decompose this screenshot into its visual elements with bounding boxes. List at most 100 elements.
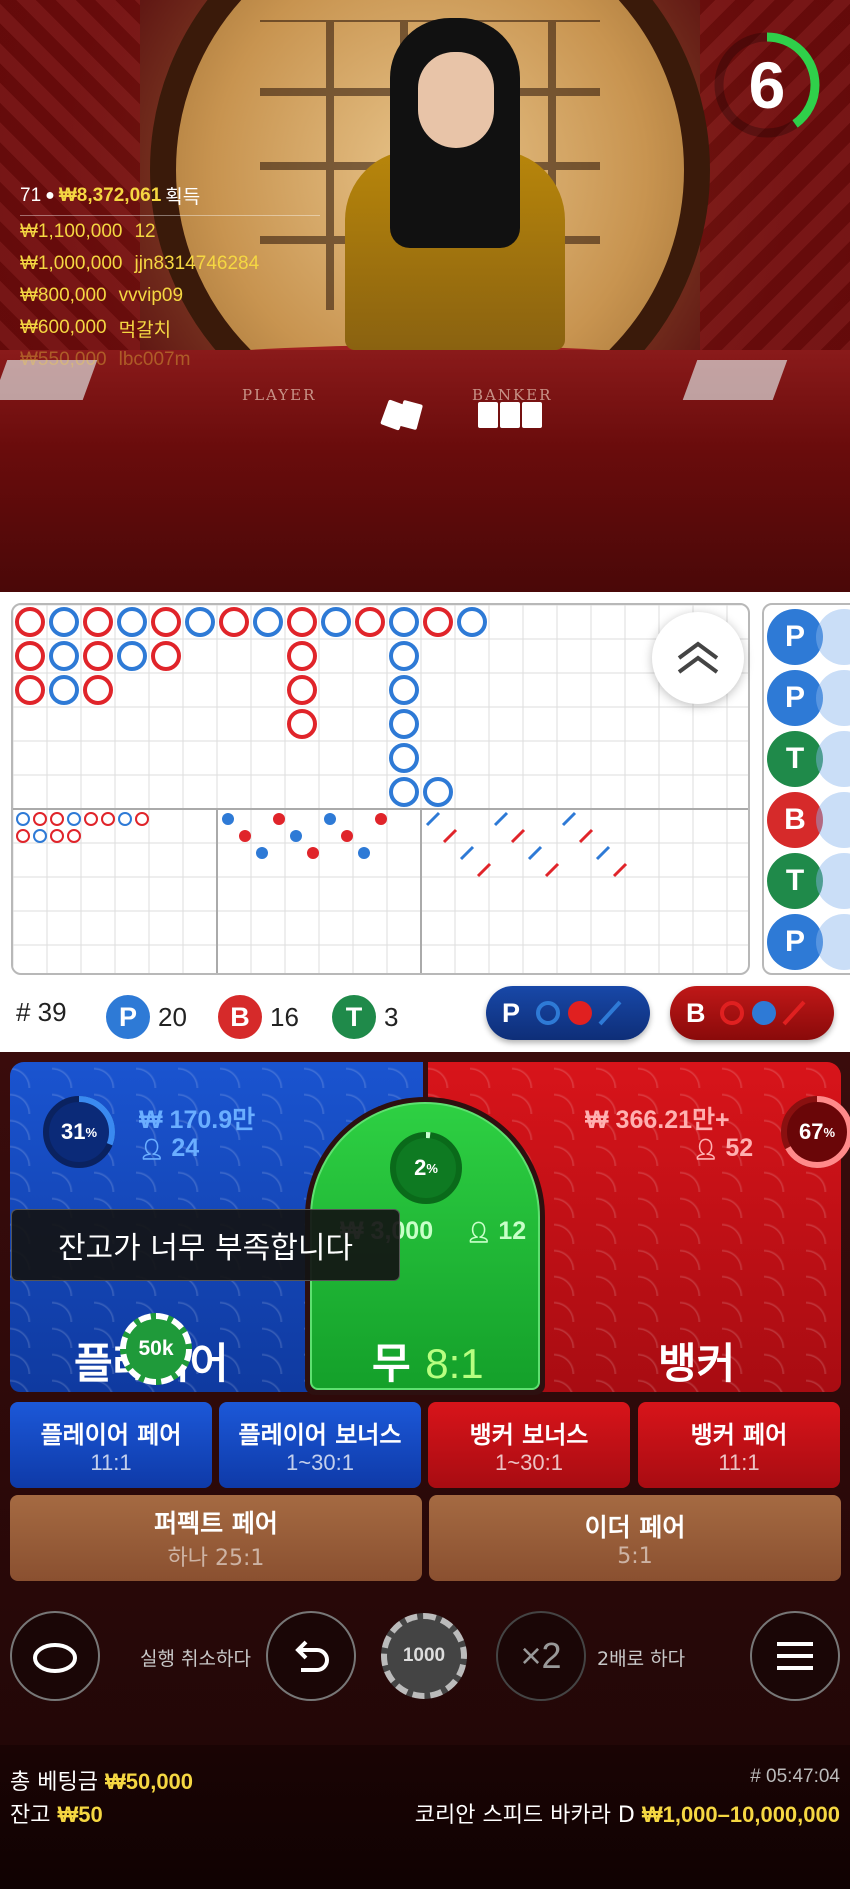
total-bet: 총 베팅금 ₩50,000 (10, 1764, 193, 1796)
road-mark (49, 607, 79, 637)
big-eye-road-mark (33, 812, 47, 826)
player-pair-bet[interactable]: 플레이어 페어 11:1 (10, 1402, 212, 1488)
double-button[interactable]: ×2 (496, 1611, 586, 1701)
player-pair-odds: 11:1 (90, 1449, 132, 1475)
player-pair-label: 플레이어 페어 (40, 1420, 182, 1449)
cockroach-road-mark (561, 811, 577, 827)
cockroach-road-mark (510, 828, 526, 844)
tie-bet-label: 무 8:1 (372, 1330, 484, 1391)
perfect-pair-bet[interactable]: 퍼펙트 페어 하나 25:1 (10, 1495, 422, 1581)
banker-ask-icons (720, 1000, 806, 1026)
winner-amount: ₩1,000,000 (20, 253, 123, 274)
road-mark (15, 675, 45, 705)
double-chevron-up-icon (677, 641, 719, 674)
chat-button[interactable] (10, 1611, 100, 1701)
bead-overflow (816, 609, 850, 665)
player-bonus-bet[interactable]: 플레이어 보너스 1~30:1 (219, 1402, 421, 1488)
banker-bonus-bet[interactable]: 뱅커 보너스 1~30:1 (428, 1402, 630, 1488)
tie-bettors-count: 12 (498, 1217, 527, 1245)
small-road-mark (375, 813, 387, 825)
winner-name: vvvip09 (118, 285, 184, 306)
winner-amount: ₩600,000 (20, 317, 107, 338)
either-pair-bet[interactable]: 이더 페어 5:1 (429, 1495, 841, 1581)
banker-percent-ring: 67% (777, 1092, 850, 1172)
bead-road[interactable]: PPTBTP (762, 603, 850, 975)
road-mark (83, 641, 113, 671)
road-mark (49, 675, 79, 705)
cockroach-road-mark (612, 862, 628, 878)
cockroach-road-mark (544, 862, 560, 878)
tie-percent-ring: 2% (386, 1128, 466, 1208)
road-mark (355, 607, 385, 637)
balance-value: ₩50 (57, 1802, 103, 1827)
winner-row: ₩800,000 vvvip09 (20, 280, 340, 312)
winner-name: 먹갈치 (118, 319, 172, 341)
person-icon: ● (45, 186, 55, 204)
either-pair-label: 이더 페어 (584, 1512, 686, 1542)
tie-percent: 2 (414, 1155, 427, 1180)
bead: T (767, 853, 823, 909)
banker-badge: B (218, 995, 262, 1039)
road-mark (83, 607, 113, 637)
chip-selector[interactable]: 1000 (368, 1611, 480, 1701)
countdown-timer: 6 (712, 30, 822, 140)
big-eye-road-mark (50, 812, 64, 826)
winner-amount: ₩1,100,000 (20, 221, 123, 242)
winner-name: 12 (134, 221, 156, 242)
player-percent-sign: % (85, 1124, 98, 1140)
winners-total-suffix: 획득 (165, 187, 201, 208)
small-road-mark (273, 813, 285, 825)
table-limits: ₩1,000–10,000,000 (641, 1802, 840, 1827)
big-eye-road-mark (67, 812, 81, 826)
banker-bonus-label: 뱅커 보너스 (469, 1420, 589, 1449)
either-pair-odds: 5:1 (617, 1543, 653, 1569)
banker-bonus-odds: 1~30:1 (495, 1449, 563, 1475)
road-mark (117, 607, 147, 637)
cockroach-road-mark (442, 828, 458, 844)
tie-bettors: 👤︎ 12 (466, 1217, 526, 1246)
double-icon: ×2 (520, 1635, 562, 1676)
banker-bet-total: ₩ 366.21만+ (585, 1106, 730, 1134)
player-bettors-count: 24 (171, 1134, 200, 1162)
undo-button[interactable] (266, 1611, 356, 1701)
placed-chip[interactable]: 50k (120, 1313, 192, 1385)
big-road[interactable] (11, 603, 750, 975)
balance: 잔고 ₩50 (10, 1797, 103, 1829)
double-label: 2배로 하다 (597, 1648, 686, 1670)
banker-pair-bet[interactable]: 뱅커 페어 11:1 (638, 1402, 840, 1488)
winner-amount: ₩800,000 (20, 285, 107, 306)
bead-overflow (816, 731, 850, 787)
road-mark (287, 675, 317, 705)
banker-ask-letter: B (686, 997, 706, 1028)
winners-count: 71 (20, 184, 42, 206)
big-eye-road-mark (135, 812, 149, 826)
big-eye-road-mark (101, 812, 115, 826)
player-ask-button[interactable]: P (486, 986, 650, 1040)
player-badge: P (106, 995, 150, 1039)
expand-roadmap-button[interactable] (652, 612, 744, 704)
menu-button[interactable] (750, 1611, 840, 1701)
undo-label: 실행 취소하다 (140, 1648, 251, 1670)
winner-row: ₩550,000 lbc007m (20, 344, 340, 376)
player-bet-total: ₩ 170.9만 (139, 1106, 256, 1134)
banker-ask-button[interactable]: B (670, 986, 834, 1040)
small-road-mark (341, 830, 353, 842)
road-mark (15, 607, 45, 637)
chat-icon (33, 1643, 77, 1673)
road-mark (389, 709, 419, 739)
road-mark (253, 607, 283, 637)
road-mark (389, 641, 419, 671)
road-mark (389, 743, 419, 773)
road-mark (287, 641, 317, 671)
road-mark (49, 641, 79, 671)
big-eye-road-mark (67, 829, 81, 843)
table-info: 코리안 스피드 바카라 D ₩1,000–10,000,000 (415, 1797, 840, 1829)
big-eye-road-mark (118, 812, 132, 826)
banker-bettors: 👤︎ 52 (693, 1134, 753, 1163)
road-mark (83, 675, 113, 705)
road-mark (389, 675, 419, 705)
banker-win-count: 16 (270, 1001, 299, 1032)
banker-percent-sign: % (823, 1124, 836, 1140)
table-label-player: PLAYER (242, 386, 317, 404)
tie-count: 3 (384, 1001, 399, 1032)
